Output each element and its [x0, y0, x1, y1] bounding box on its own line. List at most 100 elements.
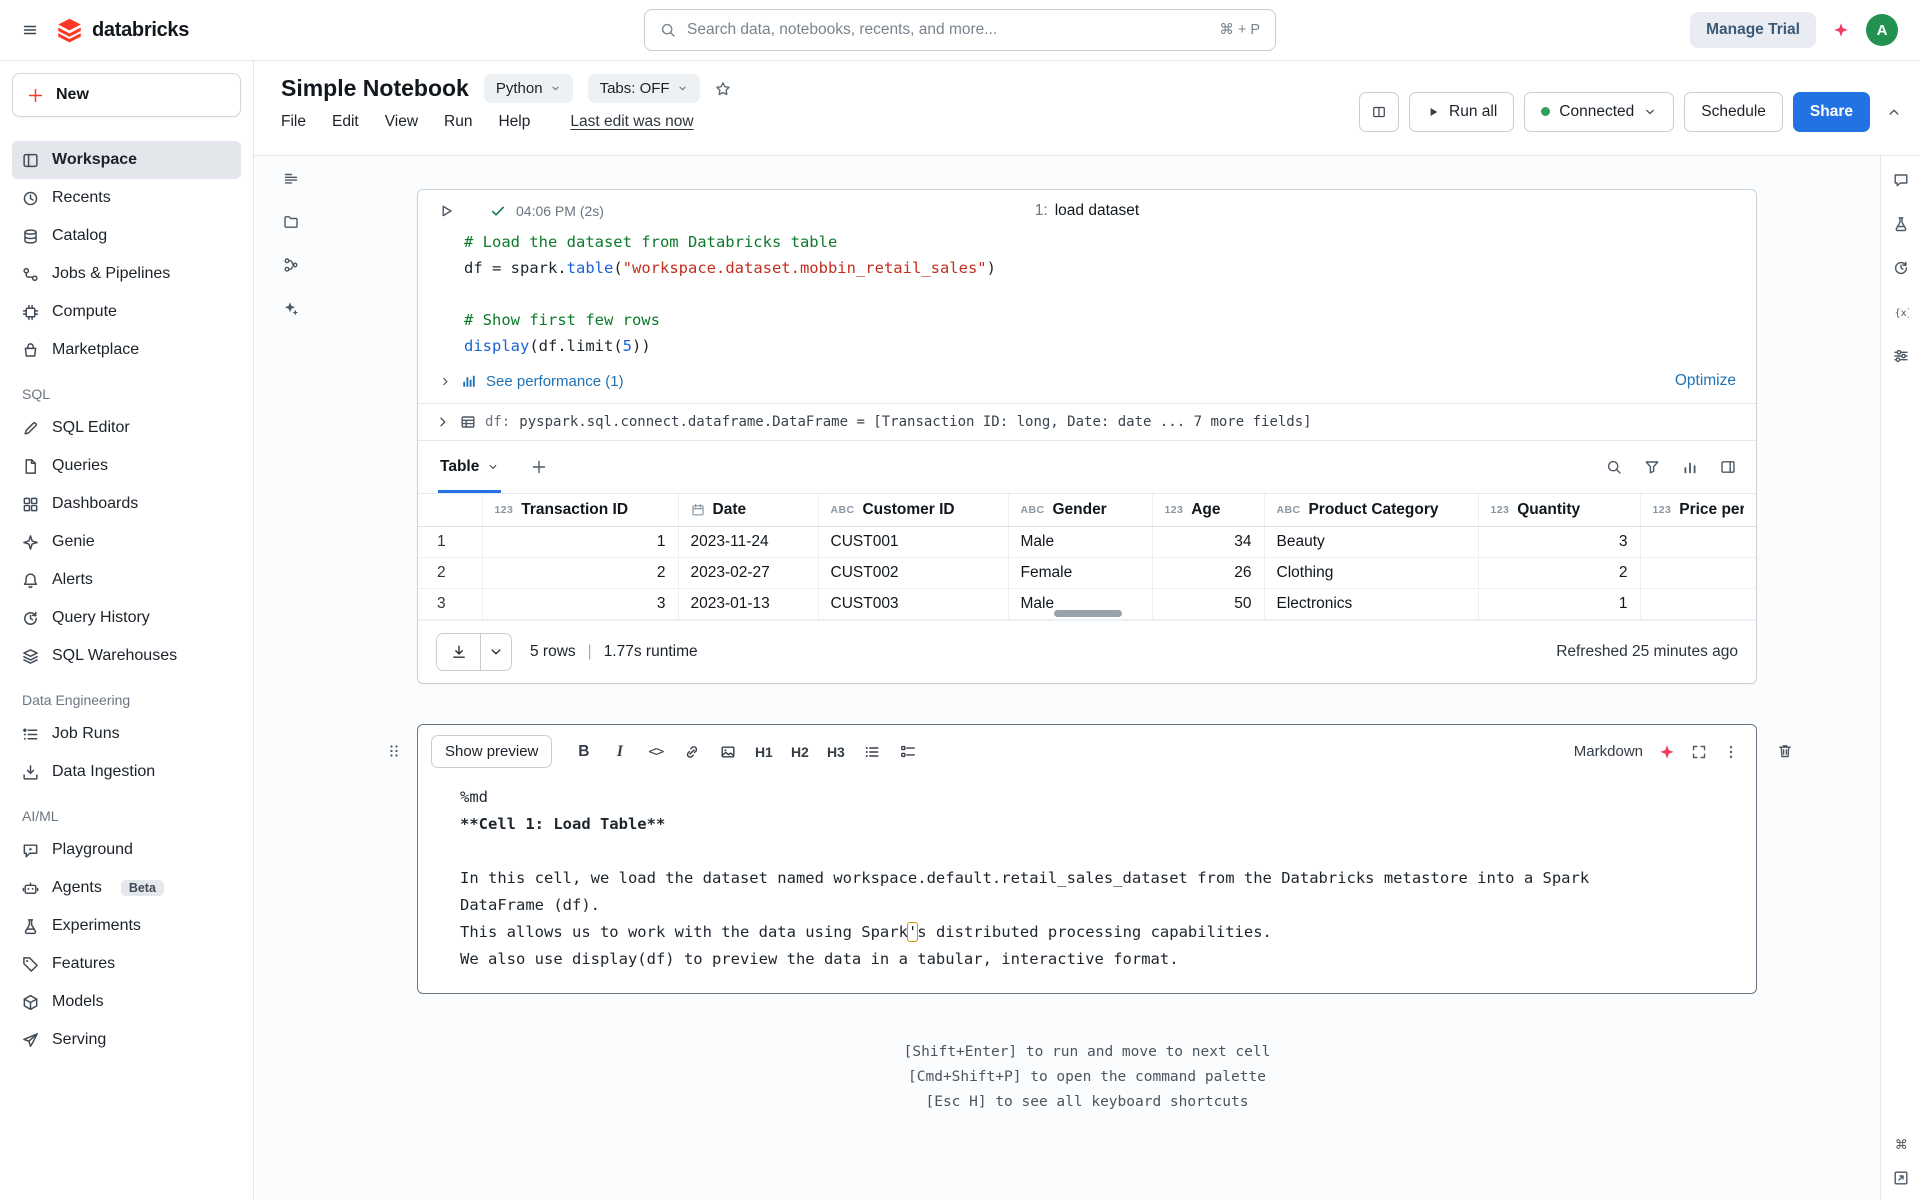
h3-button[interactable]: H3 — [819, 736, 852, 768]
manage-trial-button[interactable]: Manage Trial — [1690, 12, 1816, 48]
sidebar-item-features[interactable]: Features — [12, 945, 241, 983]
bold-button[interactable]: B — [567, 736, 600, 768]
cell-mode-label[interactable]: Markdown — [1574, 743, 1643, 760]
drag-handle[interactable] — [386, 743, 402, 759]
menu-help[interactable]: Help — [498, 113, 530, 131]
h1-button[interactable]: H1 — [747, 736, 780, 768]
sidebar-item-catalog[interactable]: Catalog — [12, 217, 241, 255]
column-header-price-per-unit[interactable]: 123Price per Unit — [1640, 494, 1756, 527]
column-header-product-category[interactable]: ABCProduct Category — [1264, 494, 1478, 527]
cell-title[interactable]: 1: load dataset — [1035, 202, 1139, 220]
layout-panes-button[interactable] — [1359, 92, 1399, 132]
sidebar-item-queries[interactable]: Queries — [12, 447, 241, 485]
flask-button[interactable] — [1893, 216, 1909, 232]
menu-view[interactable]: View — [385, 113, 418, 131]
last-edit-link[interactable]: Last edit was now — [570, 113, 693, 131]
sidebar-item-query-history[interactable]: Query History — [12, 599, 241, 637]
new-button[interactable]: New — [12, 73, 241, 117]
hamburger-menu-button[interactable] — [22, 22, 38, 38]
chevron-right-icon[interactable] — [435, 414, 451, 430]
sidebar-item-agents[interactable]: AgentsBeta — [12, 869, 241, 907]
sidebar-item-recents[interactable]: Recents — [12, 179, 241, 217]
sliders-button[interactable] — [1893, 348, 1909, 364]
user-avatar[interactable]: A — [1866, 14, 1898, 46]
menu-run[interactable]: Run — [444, 113, 472, 131]
run-cell-button[interactable] — [438, 203, 454, 219]
collapse-header-button[interactable] — [1886, 104, 1902, 120]
history-button[interactable] — [1893, 260, 1909, 276]
delete-cell-button[interactable] — [1777, 743, 1793, 759]
favorite-button[interactable] — [715, 81, 731, 97]
funnel-button[interactable] — [1644, 459, 1660, 475]
sidebar-item-playground[interactable]: Playground — [12, 831, 241, 869]
braces-button[interactable]: {x} — [1893, 304, 1909, 320]
sidebar-item-alerts[interactable]: Alerts — [12, 561, 241, 599]
inline-code-button[interactable]: <> — [639, 736, 672, 768]
lineage-button[interactable] — [283, 257, 299, 273]
assistant-cell-button[interactable] — [1659, 744, 1675, 760]
toc-button[interactable] — [283, 171, 299, 187]
cell-menu-button[interactable] — [1723, 744, 1739, 760]
export-button[interactable] — [1893, 1170, 1909, 1186]
sidebar-item-experiments[interactable]: Experiments — [12, 907, 241, 945]
download-options-button[interactable] — [481, 634, 511, 670]
schedule-button[interactable]: Schedule — [1684, 92, 1783, 132]
search-button[interactable] — [1606, 459, 1622, 475]
side-panel-button[interactable] — [1720, 459, 1736, 475]
menu-edit[interactable]: Edit — [332, 113, 359, 131]
see-performance-link[interactable]: See performance (1) — [486, 373, 624, 390]
column-header-date[interactable]: Date — [678, 494, 818, 527]
sidebar-item-models[interactable]: Models — [12, 983, 241, 1021]
menu-file[interactable]: File — [281, 113, 306, 131]
download-button[interactable] — [437, 634, 481, 670]
sidebar-item-genie[interactable]: Genie — [12, 523, 241, 561]
add-visualization-button[interactable] — [531, 459, 547, 475]
sidebar-item-dashboards[interactable]: Dashboards — [12, 485, 241, 523]
table-cell: 2023-01-13 — [678, 589, 818, 620]
sidebar-item-sql-warehouses[interactable]: SQL Warehouses — [12, 637, 241, 675]
column-header-quantity[interactable]: 123Quantity — [1478, 494, 1640, 527]
expand-cell-button[interactable] — [1691, 744, 1707, 760]
sidebar-item-job-runs[interactable]: Job Runs — [12, 715, 241, 753]
sidebar-item-compute[interactable]: Compute — [12, 293, 241, 331]
column-header-age[interactable]: 123Age — [1152, 494, 1264, 527]
sidebar-item-marketplace[interactable]: Marketplace — [12, 331, 241, 369]
search-input[interactable] — [687, 21, 1208, 39]
notebook-title[interactable]: Simple Notebook — [281, 75, 469, 102]
optimize-link[interactable]: Optimize — [1675, 372, 1736, 390]
tab-table[interactable]: Table — [438, 441, 501, 493]
image-button[interactable] — [711, 736, 744, 768]
code-editor[interactable]: # Load the dataset from Databricks table… — [418, 221, 1756, 367]
column-header-transaction-id[interactable]: 123Transaction ID — [482, 494, 678, 527]
tabs-toggle[interactable]: Tabs: OFF — [588, 74, 700, 103]
run-all-button[interactable]: Run all — [1409, 92, 1514, 132]
column-header-gender[interactable]: ABCGender — [1008, 494, 1152, 527]
command-button[interactable]: ⌘ — [1893, 1136, 1909, 1152]
sidebar-item-data-ingestion[interactable]: Data Ingestion — [12, 753, 241, 791]
assistant-button[interactable] — [283, 300, 299, 316]
link-button[interactable] — [675, 736, 708, 768]
column-header-customer-id[interactable]: ABCCustomer ID — [818, 494, 1008, 527]
checklist-button[interactable] — [891, 736, 924, 768]
folder-button[interactable] — [283, 214, 299, 230]
italic-button[interactable]: I — [603, 736, 636, 768]
sidebar-item-sql-editor[interactable]: SQL Editor — [12, 409, 241, 447]
h2-button[interactable]: H2 — [783, 736, 816, 768]
comment-button[interactable] — [1893, 172, 1909, 188]
show-preview-button[interactable]: Show preview — [431, 735, 552, 768]
dataframe-result-row[interactable]: df: pyspark.sql.connect.dataframe.DataFr… — [418, 403, 1756, 440]
sidebar-item-serving[interactable]: Serving — [12, 1021, 241, 1059]
sidebar-item-workspace[interactable]: Workspace — [12, 141, 241, 179]
language-selector[interactable]: Python — [484, 74, 573, 103]
bullet-list-button[interactable] — [855, 736, 888, 768]
global-search[interactable]: ⌘ + P — [644, 9, 1276, 51]
databricks-logo[interactable]: databricks — [56, 17, 189, 44]
sidebar-item-jobs-pipelines[interactable]: Jobs & Pipelines — [12, 255, 241, 293]
markdown-editor[interactable]: %md**Cell 1: Load Table** In this cell, … — [418, 772, 1756, 993]
cluster-connect-dropdown[interactable]: Connected — [1524, 92, 1674, 132]
assistant-button[interactable] — [1833, 22, 1849, 38]
horizontal-scrollbar[interactable] — [1054, 610, 1122, 617]
share-button[interactable]: Share — [1793, 92, 1870, 132]
chart-cols-button[interactable] — [1682, 459, 1698, 475]
chevron-right-icon[interactable] — [439, 375, 452, 388]
